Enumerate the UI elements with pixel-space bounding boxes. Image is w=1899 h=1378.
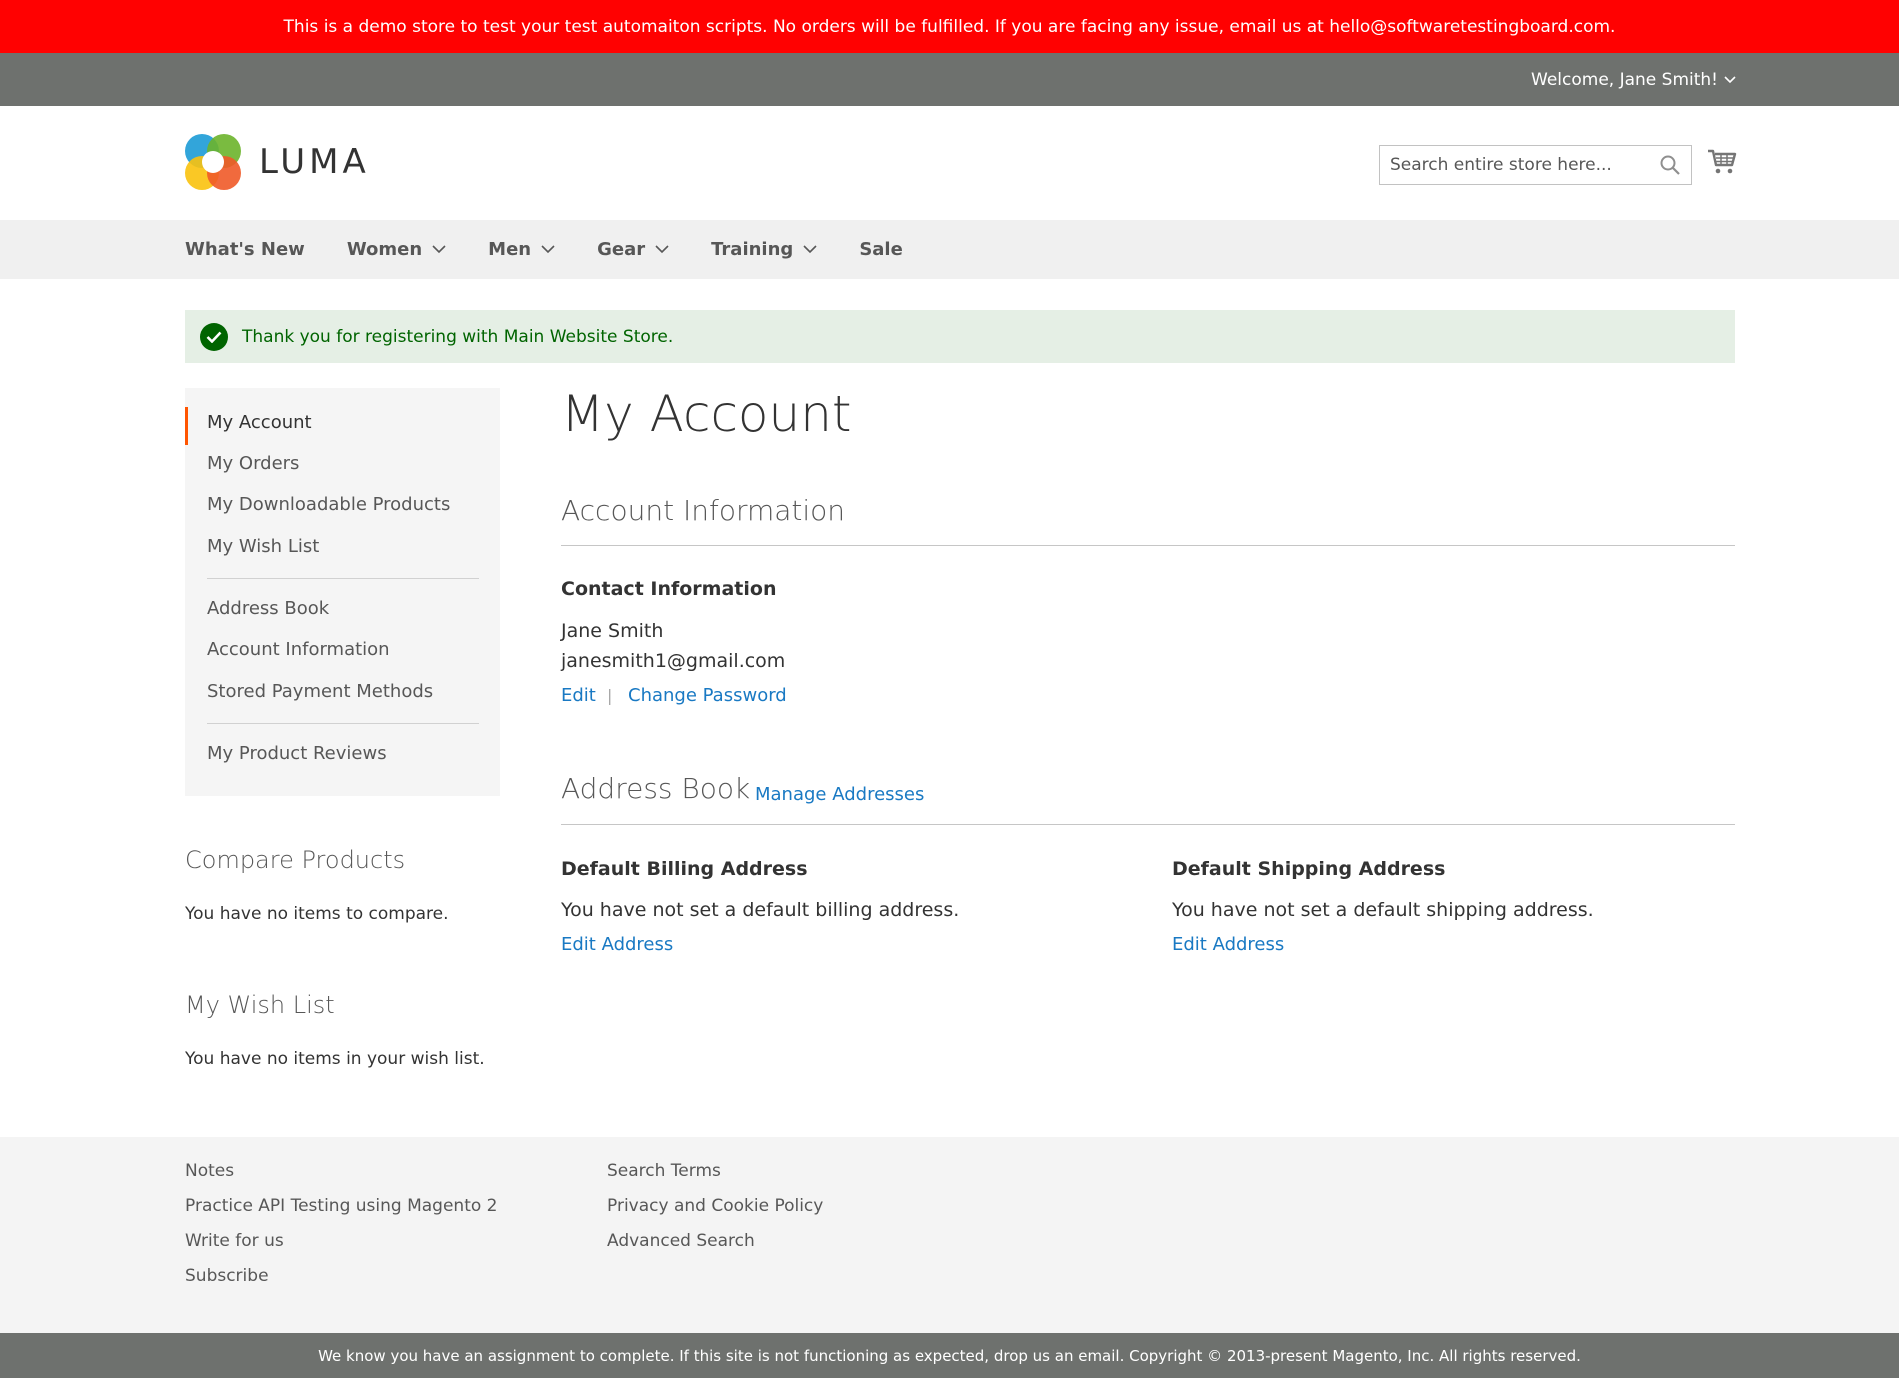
footer-link-search-terms[interactable]: Search Terms — [607, 1161, 721, 1181]
success-message-text: Thank you for registering with Main Webs… — [242, 326, 674, 347]
default-shipping-title: Default Shipping Address — [1172, 858, 1446, 880]
default-billing-text: You have not set a default billing addre… — [561, 899, 960, 921]
customer-menu-toggle[interactable]: Welcome, Jane Smith! — [1531, 53, 1736, 106]
nav-item-men[interactable]: Men — [488, 239, 555, 260]
footer-link-write-for-us[interactable]: Write for us — [185, 1231, 284, 1251]
sidebar-item-stored-payment-methods[interactable]: Stored Payment Methods — [207, 681, 433, 702]
logo-text: LUMA — [259, 142, 370, 182]
footer-link-privacy-policy[interactable]: Privacy and Cookie Policy — [607, 1196, 823, 1216]
check-icon — [200, 322, 228, 351]
nav-label: Men — [488, 239, 532, 260]
sidebar-item-product-reviews[interactable]: My Product Reviews — [207, 743, 387, 764]
nav-label: What's New — [185, 239, 305, 260]
welcome-text: Welcome, Jane Smith! — [1531, 69, 1718, 90]
address-book-title: Address Book — [561, 772, 751, 805]
edit-contact-link[interactable]: Edit — [561, 685, 596, 706]
link-separator: | — [607, 686, 613, 705]
change-password-link[interactable]: Change Password — [628, 685, 787, 706]
active-indicator — [185, 407, 188, 445]
footer: Notes Practice API Testing using Magento… — [0, 1137, 1899, 1333]
copyright-text: We know you have an assignment to comple… — [318, 1346, 1581, 1365]
account-information-title: Account Information — [561, 494, 846, 527]
edit-shipping-address-link[interactable]: Edit Address — [1172, 934, 1284, 955]
default-shipping-text: You have not set a default shipping addr… — [1172, 899, 1594, 921]
nav-item-training[interactable]: Training — [711, 239, 817, 260]
page-title: My Account — [561, 385, 852, 443]
manage-addresses-link[interactable]: Manage Addresses — [755, 784, 924, 805]
compare-products-empty-text: You have no items to compare. — [185, 904, 449, 924]
divider — [207, 578, 479, 579]
sidebar-item-account-information[interactable]: Account Information — [207, 639, 390, 660]
search-input[interactable] — [1390, 155, 1659, 175]
chevron-down-icon — [1724, 75, 1736, 83]
luma-logo-icon — [185, 134, 241, 190]
nav-item-whats-new[interactable]: What's New — [185, 239, 305, 260]
sidebar-item-my-account[interactable]: My Account — [207, 412, 312, 433]
sidebar-item-my-orders[interactable]: My Orders — [207, 453, 299, 474]
customer-email: janesmith1@gmail.com — [561, 650, 786, 672]
footer-link-advanced-search[interactable]: Advanced Search — [607, 1231, 755, 1251]
customer-name: Jane Smith — [561, 620, 664, 642]
chevron-down-icon — [541, 245, 555, 254]
edit-billing-address-link[interactable]: Edit Address — [561, 934, 673, 955]
divider — [561, 824, 1735, 825]
wishlist-empty-text: You have no items in your wish list. — [185, 1049, 485, 1069]
nav-item-sale[interactable]: Sale — [859, 239, 903, 260]
footer-link-subscribe[interactable]: Subscribe — [185, 1266, 269, 1286]
chevron-down-icon — [803, 245, 817, 254]
footer-link-practice-api[interactable]: Practice API Testing using Magento 2 — [185, 1196, 498, 1216]
main-navigation: What's New Women Men Gear Training Sale — [0, 220, 1899, 279]
header-panel: Welcome, Jane Smith! — [0, 53, 1899, 106]
search-icon[interactable] — [1659, 154, 1681, 176]
account-navigation: My Account My Orders My Downloadable Pro… — [185, 388, 500, 796]
nav-label: Gear — [597, 239, 646, 260]
divider — [207, 723, 479, 724]
default-billing-title: Default Billing Address — [561, 858, 808, 880]
header-content: LUMA — [0, 106, 1899, 220]
logo[interactable]: LUMA — [185, 134, 370, 190]
sidebar-item-address-book[interactable]: Address Book — [207, 598, 329, 619]
divider — [561, 545, 1735, 546]
demo-banner: This is a demo store to test your test a… — [0, 0, 1899, 53]
footer-link-notes[interactable]: Notes — [185, 1161, 234, 1181]
nav-label: Sale — [859, 239, 903, 260]
compare-products-title: Compare Products — [185, 846, 406, 874]
nav-item-women[interactable]: Women — [347, 239, 446, 260]
demo-banner-text: This is a demo store to test your test a… — [283, 16, 1616, 37]
chevron-down-icon — [432, 245, 446, 254]
wishlist-title: My Wish List — [185, 991, 335, 1019]
nav-label: Training — [711, 239, 794, 260]
search-box — [1379, 145, 1692, 185]
cart-icon[interactable] — [1707, 146, 1737, 176]
chevron-down-icon — [655, 245, 669, 254]
copyright-bar: We know you have an assignment to comple… — [0, 1333, 1899, 1378]
nav-item-gear[interactable]: Gear — [597, 239, 669, 260]
sidebar-item-wish-list[interactable]: My Wish List — [207, 536, 319, 557]
success-message: Thank you for registering with Main Webs… — [185, 310, 1735, 363]
nav-label: Women — [346, 239, 423, 260]
contact-information-title: Contact Information — [561, 578, 777, 600]
sidebar-item-downloadable-products[interactable]: My Downloadable Products — [207, 494, 450, 515]
